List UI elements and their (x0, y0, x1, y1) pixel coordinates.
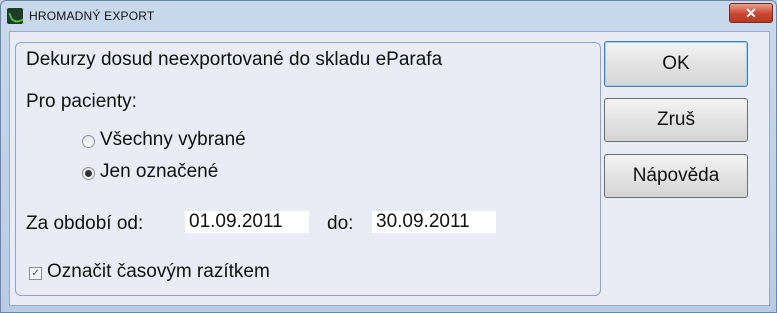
period-to-label: do: (327, 213, 354, 234)
group-heading: Dekurzy dosud neexportované do skladu eP… (26, 49, 443, 70)
app-logo-icon (7, 8, 23, 24)
dialog-window: HROMADNÝ EXPORT ✕ Dekurzy dosud neexport… (0, 0, 777, 313)
help-button[interactable]: Nápověda (604, 154, 748, 198)
timestamp-label[interactable]: Označit časovým razítkem (47, 261, 270, 283)
close-icon: ✕ (745, 5, 757, 21)
date-to-input[interactable]: 30.09.2011 (372, 211, 496, 233)
date-from-input[interactable]: 01.09.2011 (185, 211, 309, 233)
period-from-label: Za období od: (26, 213, 144, 234)
title-bar[interactable]: HROMADNÝ EXPORT ✕ (1, 1, 776, 31)
close-button[interactable]: ✕ (729, 3, 773, 23)
checkmark-icon: ✓ (31, 268, 40, 279)
patients-label: Pro pacienty: (26, 91, 137, 112)
radio-all-selected-label[interactable]: Všechny vybrané (100, 129, 246, 151)
radio-only-marked-label[interactable]: Jen označené (100, 161, 218, 183)
radio-all-selected[interactable] (82, 135, 95, 148)
window-title: HROMADNÝ EXPORT (29, 9, 155, 23)
radio-only-marked[interactable] (82, 167, 95, 180)
ok-button[interactable]: OK (604, 41, 748, 87)
timestamp-checkbox[interactable]: ✓ (29, 267, 42, 280)
export-options-group: Dekurzy dosud neexportované do skladu eP… (15, 42, 601, 296)
cancel-button[interactable]: Zruš (604, 98, 748, 142)
